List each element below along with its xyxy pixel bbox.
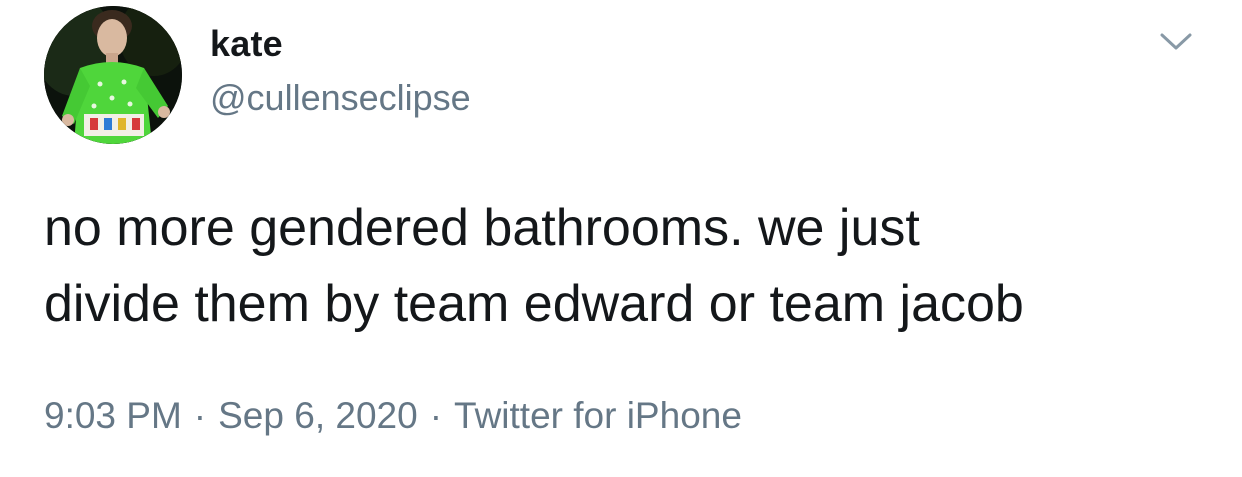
tweet-menu-button[interactable] bbox=[1156, 26, 1196, 56]
tweet-text: no more gendered bathrooms. we just divi… bbox=[44, 199, 1024, 333]
tweet-card: kate @cullenseclipse no more gendered ba… bbox=[0, 0, 1242, 477]
avatar-image bbox=[44, 6, 182, 144]
meta-separator: · bbox=[193, 395, 207, 436]
user-info[interactable]: kate @cullenseclipse bbox=[210, 22, 471, 120]
chevron-down-icon bbox=[1160, 33, 1192, 50]
meta-separator: · bbox=[429, 395, 443, 436]
tweet-meta: 9:03 PM · Sep 6, 2020 · Twitter for iPhone bbox=[44, 392, 742, 440]
user-handle[interactable]: @cullenseclipse bbox=[210, 76, 471, 120]
tweet-source[interactable]: Twitter for iPhone bbox=[454, 395, 742, 436]
avatar[interactable] bbox=[44, 6, 182, 144]
tweet-time[interactable]: 9:03 PM bbox=[44, 395, 182, 436]
display-name[interactable]: kate bbox=[210, 22, 471, 66]
tweet-date[interactable]: Sep 6, 2020 bbox=[218, 395, 418, 436]
